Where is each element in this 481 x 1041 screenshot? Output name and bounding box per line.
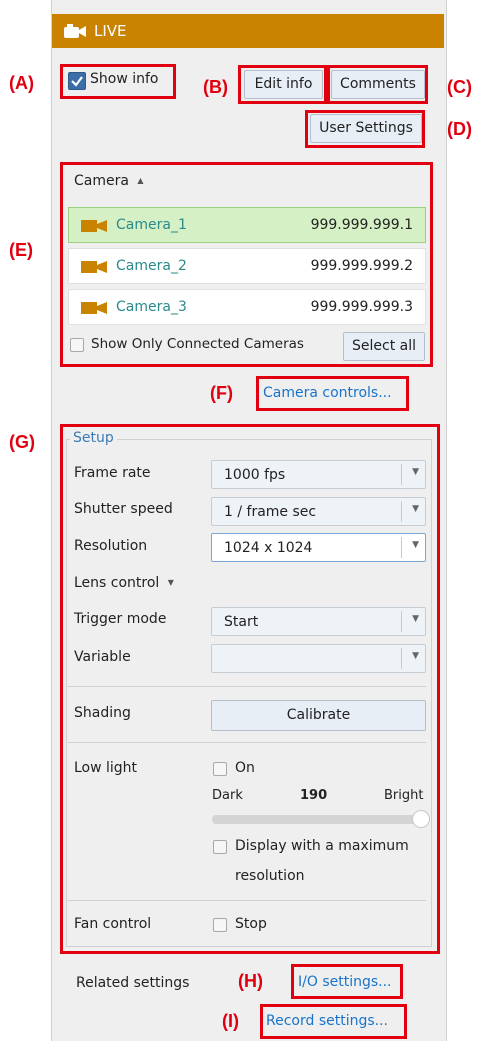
shutter-speed-value: 1 / frame sec — [224, 504, 317, 520]
resolution-dropdown[interactable]: 1024 x 1024 ▼ — [211, 533, 426, 562]
divider — [68, 742, 426, 743]
show-info-checkbox[interactable] — [68, 72, 86, 90]
divider — [68, 900, 426, 901]
camera-device-icon — [81, 260, 107, 278]
dark-label: Dark — [212, 788, 243, 803]
camera-controls-link[interactable]: Camera controls... — [263, 385, 392, 401]
frame-rate-value: 1000 fps — [224, 467, 286, 483]
lens-control-label: Lens control — [74, 575, 160, 591]
related-settings-label: Related settings — [76, 975, 190, 991]
callout-i: (I) — [222, 1011, 239, 1031]
user-settings-button[interactable]: User Settings — [310, 114, 422, 143]
camera-column-header[interactable]: Camera ▲ — [74, 173, 144, 189]
display-max-resolution-checkbox[interactable] — [213, 840, 227, 854]
variable-label: Variable — [74, 649, 131, 665]
shading-label: Shading — [74, 705, 131, 721]
camera-ip: 999.999.999.2 — [310, 258, 413, 274]
shutter-speed-label: Shutter speed — [74, 501, 173, 517]
trigger-mode-value: Start — [224, 614, 259, 630]
chevron-down-icon: ▼ — [412, 540, 419, 550]
camera-icon — [64, 24, 86, 43]
callout-f: (F) — [210, 383, 233, 403]
camera-ip: 999.999.999.3 — [310, 299, 413, 315]
callout-d: (D) — [447, 119, 472, 139]
display-max-resolution-label-2: resolution — [235, 868, 305, 884]
sort-ascending-icon: ▲ — [137, 176, 144, 185]
select-all-button[interactable]: Select all — [343, 332, 425, 361]
camera-name: Camera_3 — [116, 299, 187, 315]
bright-label: Bright — [384, 788, 424, 803]
show-info-label: Show info — [90, 71, 159, 87]
camera-name: Camera_2 — [116, 258, 187, 274]
low-light-on-checkbox[interactable] — [213, 762, 227, 776]
io-settings-link[interactable]: I/O settings... — [298, 974, 392, 990]
camera-row-2[interactable]: Camera_2 999.999.999.2 — [68, 248, 426, 284]
low-light-on-label: On — [235, 760, 255, 776]
fan-stop-checkbox[interactable] — [213, 918, 227, 932]
low-light-label: Low light — [74, 760, 138, 776]
edit-info-button[interactable]: Edit info — [244, 70, 323, 99]
low-light-slider-track[interactable] — [212, 815, 430, 824]
callout-a: (A) — [9, 73, 34, 93]
fan-stop-label: Stop — [235, 916, 267, 932]
chevron-down-icon: ▼ — [412, 467, 419, 477]
frame-rate-label: Frame rate — [74, 465, 151, 481]
comments-button[interactable]: Comments — [331, 70, 425, 99]
low-light-slider-thumb[interactable] — [412, 810, 430, 828]
variable-dropdown[interactable]: ▼ — [211, 644, 426, 673]
callout-e: (E) — [9, 240, 33, 260]
check-icon — [71, 76, 83, 87]
camera-header-label: Camera — [74, 173, 129, 189]
fan-control-label: Fan control — [74, 916, 152, 932]
camera-device-icon — [81, 301, 107, 319]
setup-legend: Setup — [70, 430, 117, 446]
chevron-down-icon: ▼ — [412, 504, 419, 514]
resolution-label: Resolution — [74, 538, 148, 554]
chevron-down-icon: ▼ — [412, 614, 419, 624]
camera-row-3[interactable]: Camera_3 999.999.999.3 — [68, 289, 426, 325]
callout-g: (G) — [9, 432, 35, 452]
panel-title: LIVE — [94, 22, 127, 40]
calibrate-button[interactable]: Calibrate — [211, 700, 426, 731]
lens-control-expander[interactable]: Lens control ▼ — [74, 575, 174, 591]
shutter-speed-dropdown[interactable]: 1 / frame sec ▼ — [211, 497, 426, 526]
show-only-connected-checkbox[interactable] — [70, 338, 84, 352]
frame-rate-dropdown[interactable]: 1000 fps ▼ — [211, 460, 426, 489]
callout-h: (H) — [238, 971, 263, 991]
trigger-mode-label: Trigger mode — [74, 611, 167, 627]
camera-row-1[interactable]: Camera_1 999.999.999.1 — [68, 207, 426, 243]
show-only-connected-label: Show Only Connected Cameras — [91, 336, 304, 352]
record-settings-link[interactable]: Record settings... — [266, 1013, 388, 1029]
camera-device-icon — [81, 219, 107, 237]
chevron-down-icon: ▼ — [167, 578, 174, 587]
live-title-bar: LIVE — [52, 14, 444, 48]
divider — [68, 686, 426, 687]
display-max-resolution-label: Display with a maximum — [235, 838, 409, 854]
camera-name: Camera_1 — [116, 217, 187, 233]
low-light-value: 190 — [300, 788, 328, 803]
trigger-mode-dropdown[interactable]: Start ▼ — [211, 607, 426, 636]
chevron-down-icon: ▼ — [412, 651, 419, 661]
camera-ip: 999.999.999.1 — [310, 217, 413, 233]
callout-c: (C) — [447, 77, 472, 97]
callout-b: (B) — [203, 77, 228, 97]
resolution-value: 1024 x 1024 — [224, 540, 313, 556]
